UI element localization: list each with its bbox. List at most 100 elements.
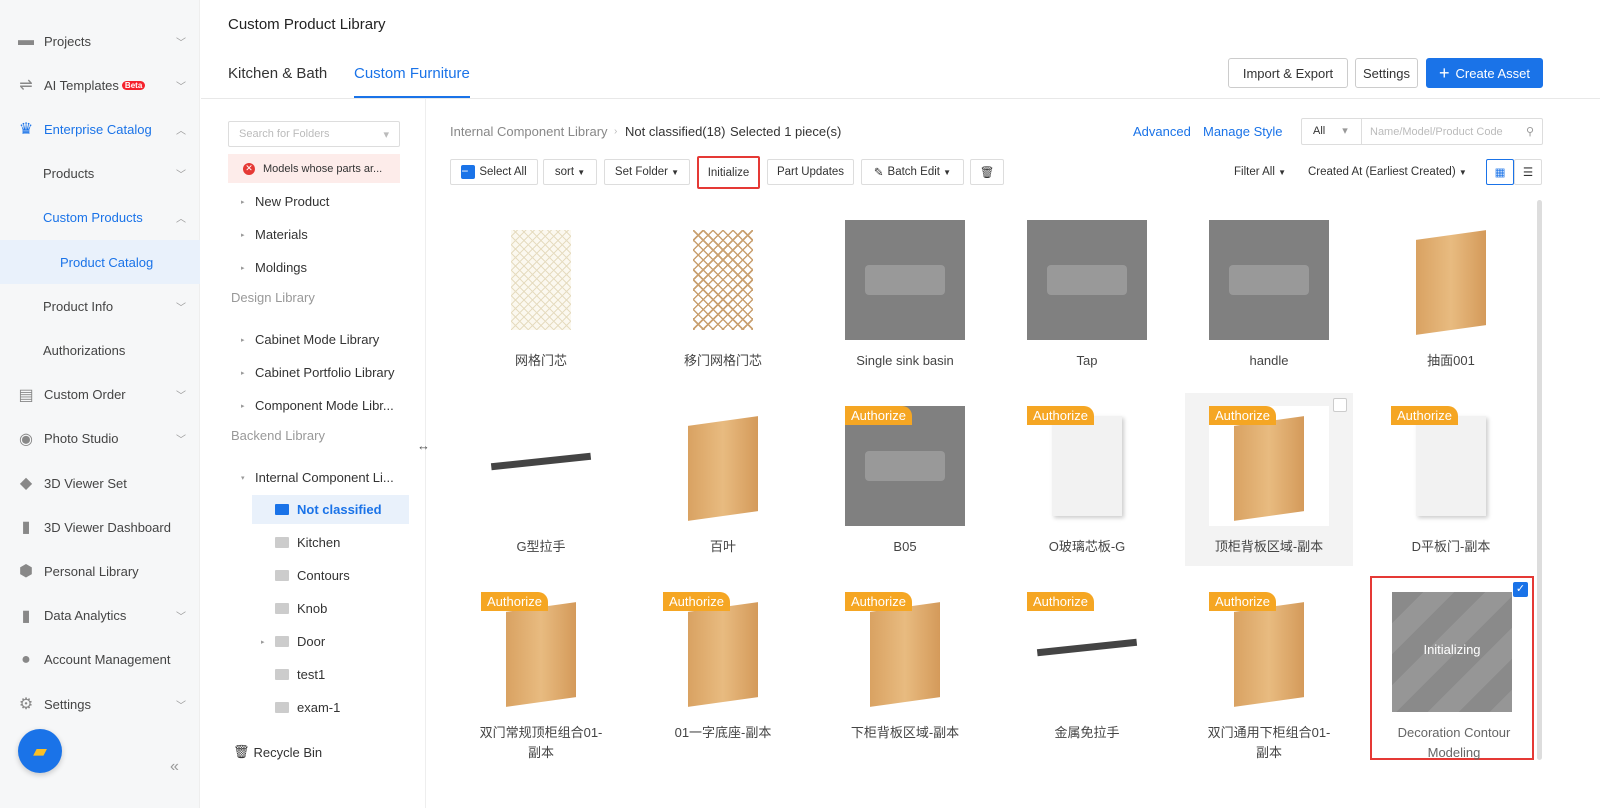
import-export-button[interactable]: Import & Export xyxy=(1228,58,1348,88)
set-folder-dropdown[interactable]: Set Folder ▼ xyxy=(604,159,690,185)
sidebar-item-enterprise-catalog[interactable]: ♛ Enterprise Catalog ︿ xyxy=(0,107,200,151)
authorize-badge[interactable]: Authorize xyxy=(481,592,548,611)
folder-item[interactable]: ▸ Cabinet Portfolio Library xyxy=(241,365,394,380)
create-asset-button[interactable]: + Create Asset xyxy=(1426,58,1543,88)
sidebar-item-ai-templates[interactable]: ⇌ AI Templates Beta ﹀ xyxy=(0,63,200,107)
product-card[interactable]: Authorize 下柜背板区域-副本 xyxy=(821,592,989,767)
folder-label: exam-1 xyxy=(297,700,341,715)
authorize-badge[interactable]: Authorize xyxy=(845,406,912,425)
sidebar-item-photo-studio[interactable]: ◉ Photo Studio ﹀ xyxy=(0,417,200,461)
sidebar-item-settings[interactable]: ⚙ Settings ﹀ xyxy=(0,682,200,726)
resize-handle-icon[interactable]: ↔ xyxy=(417,438,430,453)
sidebar-item-authorizations[interactable]: Authorizations xyxy=(0,328,200,372)
product-card[interactable]: Tap xyxy=(1003,220,1171,395)
sidebar-item-account-management[interactable]: ● Account Management xyxy=(0,638,200,682)
folder-item[interactable]: ▸ Component Mode Libr... xyxy=(241,398,394,413)
folder-item[interactable]: Kitchen xyxy=(261,535,340,550)
order-dropdown[interactable]: Created At (Earliest Created) ▼ xyxy=(1308,166,1467,178)
product-card[interactable]: Authorize O玻璃芯板-G xyxy=(1003,406,1171,581)
sidebar-item-3d-viewer-dashboard[interactable]: ▮ 3D Viewer Dashboard xyxy=(0,505,200,549)
advanced-link[interactable]: Advanced xyxy=(1133,124,1191,139)
product-card[interactable]: Authorize 双门通用下柜组合01-副本 xyxy=(1185,592,1353,767)
folder-item[interactable]: Contours xyxy=(261,568,350,583)
list-view-button[interactable]: ☰ xyxy=(1514,159,1542,185)
authorize-badge[interactable]: Authorize xyxy=(845,592,912,611)
product-search-input[interactable]: Name/Model/Product Code xyxy=(1362,126,1526,138)
product-card[interactable]: G型拉手 xyxy=(457,406,625,581)
product-thumbnail: Authorize xyxy=(845,406,965,526)
sidebar-item-product-info[interactable]: Product Info ﹀ xyxy=(0,284,200,328)
sidebar-item-product-catalog[interactable]: Product Catalog xyxy=(0,240,200,284)
product-name: 金属免拉手 xyxy=(1054,725,1120,740)
error-folder-item[interactable]: ✕ Models whose parts ar... xyxy=(228,154,400,183)
chevron-up-icon: ︿ xyxy=(176,214,186,226)
product-card[interactable]: Single sink basin xyxy=(821,220,989,395)
sidebar-item-personal-library[interactable]: ⬢ Personal Library xyxy=(0,549,200,593)
trash-icon: 🗑 xyxy=(233,744,250,759)
part-updates-button[interactable]: Part Updates xyxy=(767,159,854,185)
sidebar-item-3d-viewer-set[interactable]: ◆ 3D Viewer Set xyxy=(0,461,200,505)
authorize-badge[interactable]: Authorize xyxy=(1027,592,1094,611)
sidebar-item-custom-order[interactable]: ▤ Custom Order ﹀ xyxy=(0,373,200,417)
scope-select[interactable]: All ▾ xyxy=(1302,119,1362,144)
scrollbar[interactable] xyxy=(1537,200,1542,760)
product-card[interactable]: Authorize 01一字底座-副本 xyxy=(639,592,807,767)
initialize-button[interactable]: Initialize xyxy=(697,156,760,189)
product-card[interactable]: Authorize 金属免拉手 xyxy=(1003,592,1171,767)
authorize-badge[interactable]: Authorize xyxy=(1209,592,1276,611)
folder-item[interactable]: ▸ New Product xyxy=(241,194,329,209)
filter-dropdown[interactable]: Filter All ▼ xyxy=(1234,166,1286,178)
product-card[interactable]: Authorize 顶柜背板区域-副本 xyxy=(1185,393,1353,566)
shapes-icon: ◆ xyxy=(19,475,33,492)
product-card[interactable]: 移门网格门芯 xyxy=(639,220,807,395)
folder-item[interactable]: Knob xyxy=(261,601,327,616)
folder-item[interactable]: ▸ Cabinet Mode Library xyxy=(241,332,379,347)
collapse-sidebar-icon[interactable]: « xyxy=(170,758,179,776)
sidebar-item-label: Product Info xyxy=(43,298,114,314)
list-icon: ☰ xyxy=(1522,167,1534,179)
breadcrumb-parent[interactable]: Internal Component Library xyxy=(450,124,608,139)
authorize-badge[interactable]: Authorize xyxy=(1209,406,1276,425)
folder-search-input[interactable]: Search for Folders ▾ xyxy=(228,121,400,147)
product-card[interactable]: 抽面001 xyxy=(1367,220,1535,395)
product-card[interactable]: Authorize B05 xyxy=(821,406,989,581)
tab-custom-furniture[interactable]: Custom Furniture xyxy=(354,65,470,82)
select-all-button[interactable]: − Select All xyxy=(450,159,538,185)
folder-item[interactable]: ▸ Door xyxy=(261,634,325,649)
folder-item-not-classified[interactable]: Not classified xyxy=(261,502,382,517)
selected-count: Selected 1 piece(s) xyxy=(730,124,842,139)
sidebar-item-custom-products[interactable]: Custom Products ︿ xyxy=(0,196,200,240)
authorize-badge[interactable]: Authorize xyxy=(663,592,730,611)
manage-style-link[interactable]: Manage Style xyxy=(1203,124,1283,139)
settings-button[interactable]: Settings xyxy=(1355,58,1418,88)
tab-kitchen-bath[interactable]: Kitchen & Bath xyxy=(228,65,327,82)
folder-item[interactable]: ▸ Materials xyxy=(241,227,308,242)
authorize-badge[interactable]: Authorize xyxy=(1391,406,1458,425)
product-card[interactable]: Authorize 双门常规顶柜组合01-副本 xyxy=(457,592,625,767)
expand-arrow-icon: ▸ xyxy=(241,264,245,272)
sidebar-item-products[interactable]: Products ﹀ xyxy=(0,152,200,196)
delete-button[interactable]: 🗑 xyxy=(970,159,1004,185)
product-thumbnail: Authorize xyxy=(1027,592,1147,712)
sidebar-item-projects[interactable]: ▬ Projects ﹀ xyxy=(0,19,200,63)
sidebar-item-label: Data Analytics xyxy=(44,608,127,624)
recycle-bin[interactable]: 🗑 Recycle Bin xyxy=(233,744,322,760)
batch-edit-dropdown[interactable]: ✎ Batch Edit ▼ xyxy=(861,159,964,185)
product-card[interactable]: 网格门芯 xyxy=(457,220,625,395)
product-card[interactable]: 百叶 xyxy=(639,406,807,581)
grid-view-button[interactable]: ▦ xyxy=(1486,159,1514,185)
product-card[interactable]: handle xyxy=(1185,220,1353,395)
folder-item[interactable]: ▸ Moldings xyxy=(241,260,307,275)
authorize-badge[interactable]: Authorize xyxy=(1027,406,1094,425)
product-card[interactable]: Authorize D平板门-副本 xyxy=(1367,406,1535,581)
folder-item[interactable]: exam-1 xyxy=(261,700,340,715)
chat-support-button[interactable]: ▰ xyxy=(18,729,62,773)
select-checkbox[interactable] xyxy=(1333,398,1347,412)
folder-item[interactable]: test1 xyxy=(261,667,325,682)
chevron-down-icon: ﹀ xyxy=(176,37,186,49)
sidebar-item-data-analytics[interactable]: ▮ Data Analytics ﹀ xyxy=(0,594,200,638)
product-card[interactable]: Initializing Decoration Contour Modeling ✓ xyxy=(1370,576,1534,760)
selected-checkbox[interactable]: ✓ xyxy=(1513,582,1528,597)
sort-dropdown[interactable]: sort ▼ xyxy=(543,159,597,185)
folder-item-internal[interactable]: ▾ Internal Component Li... xyxy=(241,470,394,485)
